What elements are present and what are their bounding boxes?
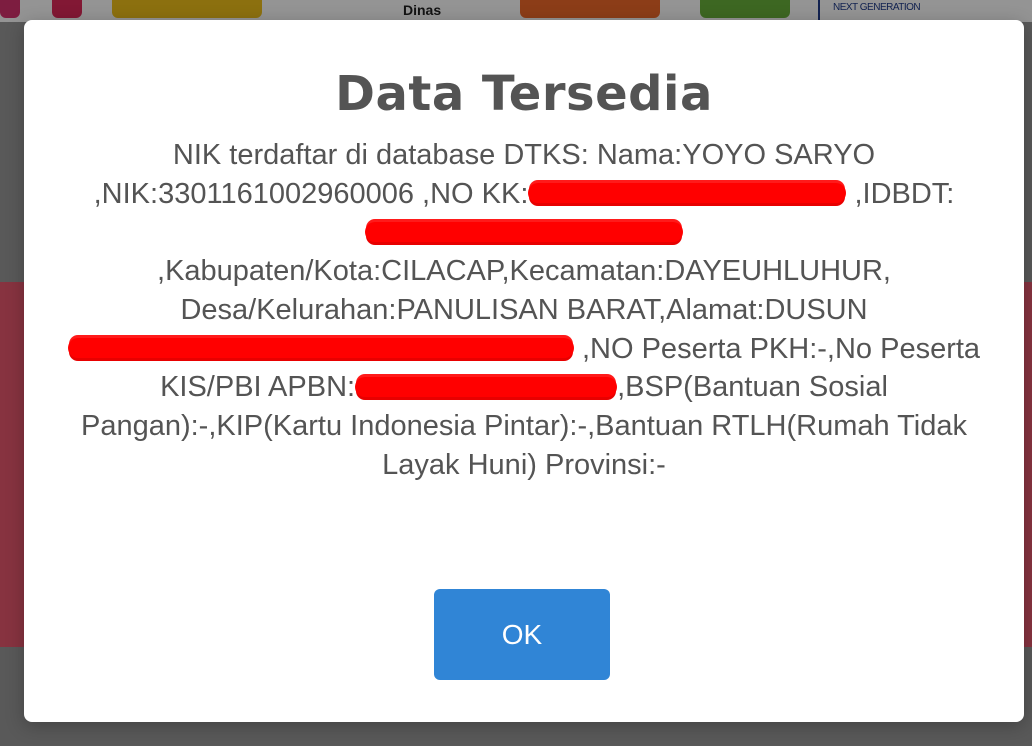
dialog-title: Data Tersedia (335, 66, 713, 122)
dialog-message: NIK terdaftar di database DTKS: Nama:YOY… (64, 136, 984, 484)
page: Dinas NEXT GENERATION Data Tersedia NIK … (0, 0, 1032, 746)
alert-dialog: Data Tersedia NIK terdaftar di database … (24, 20, 1024, 722)
redaction-mark-address (67, 337, 574, 358)
message-text-part-2: ,IDBDT: (846, 177, 955, 210)
message-text-part-3: ,Kabupaten/Kota:CILACAP,Kecamatan:DAYEUH… (157, 255, 891, 326)
ok-button[interactable]: OK (434, 589, 610, 680)
redaction-mark-kk (528, 183, 847, 204)
redaction-mark-idbdt (365, 221, 683, 242)
redaction-mark-kis (355, 376, 618, 397)
